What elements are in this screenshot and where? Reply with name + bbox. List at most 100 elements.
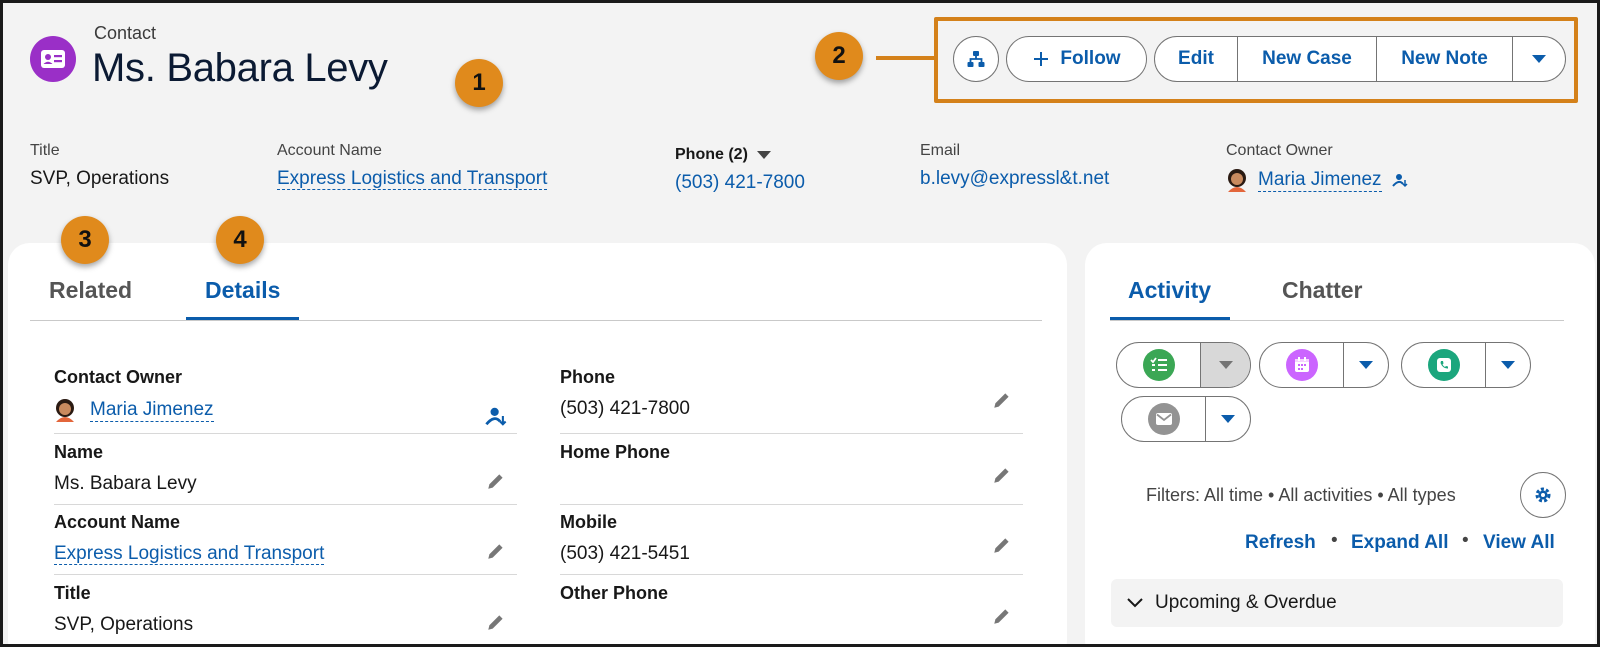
phone-link[interactable]: (503) 421-7800 — [560, 398, 1023, 422]
field-label: Contact Owner — [54, 367, 183, 387]
chevron-down-icon — [1501, 361, 1515, 369]
new-event-button[interactable] — [1259, 342, 1389, 388]
pencil-icon[interactable] — [485, 470, 507, 492]
new-case-button[interactable]: New Case — [1238, 37, 1377, 81]
tab-activity[interactable]: Activity — [1128, 277, 1211, 304]
pencil-icon[interactable] — [485, 611, 507, 633]
field-mobile: Mobile (503) 421-5451 — [560, 512, 1023, 575]
chevron-down-icon — [1221, 415, 1235, 423]
field-label: Home Phone — [560, 442, 671, 462]
view-all-link[interactable]: View All — [1483, 532, 1555, 554]
field-divider — [560, 574, 1023, 575]
tab-chatter[interactable]: Chatter — [1282, 277, 1363, 304]
field-divider — [54, 574, 517, 575]
task-icon — [1142, 349, 1175, 381]
plus-icon — [1034, 52, 1049, 66]
pencil-icon[interactable] — [991, 534, 1013, 556]
highlight-email: Email b.levy@expressl&t.net — [920, 142, 1109, 190]
chevron-down-icon — [1127, 598, 1143, 608]
hierarchy-button[interactable] — [953, 36, 999, 82]
callout-4: 4 — [216, 216, 264, 264]
pencil-icon[interactable] — [991, 605, 1013, 627]
phone-dropdown-icon[interactable] — [756, 150, 772, 160]
follow-button[interactable]: Follow — [1006, 36, 1147, 82]
highlight-phone: Phone (2) (503) 421-7800 — [675, 146, 805, 194]
callout-connector — [876, 56, 936, 60]
callout-1: 1 — [455, 59, 503, 107]
field-label: Account Name — [54, 512, 181, 532]
record-action-group: Edit New Case New Note — [1154, 36, 1566, 82]
event-icon — [1285, 349, 1318, 381]
pencil-icon[interactable] — [485, 540, 507, 562]
callout-2: 2 — [815, 32, 863, 80]
email-icon — [1147, 403, 1180, 435]
more-actions-button[interactable] — [1513, 37, 1565, 81]
field-value: Ms. Babara Levy — [54, 473, 197, 494]
field-divider — [54, 504, 517, 505]
task-dropdown[interactable] — [1201, 343, 1250, 387]
avatar — [56, 399, 74, 422]
owner-link[interactable]: Maria Jimenez — [1258, 169, 1382, 192]
field-phone: Phone (503) 421-7800 — [560, 367, 1023, 434]
highlight-phone-label: Phone (2) — [675, 146, 748, 163]
field-title: Title SVP, Operations — [54, 583, 517, 638]
field-value — [560, 473, 1023, 497]
send-email-button[interactable] — [1121, 396, 1251, 442]
owner-link[interactable]: Maria Jimenez — [90, 399, 214, 422]
filter-settings-button[interactable] — [1520, 472, 1566, 518]
contact-card-icon — [30, 36, 76, 82]
refresh-link[interactable]: Refresh — [1245, 532, 1316, 554]
field-label: Phone — [560, 367, 616, 387]
field-value: SVP, Operations — [54, 614, 194, 635]
highlight-phone-link[interactable]: (503) 421-7800 — [675, 172, 805, 194]
record-header: Contact Ms. Babara Levy 1 2 Follow Edit … — [0, 0, 1600, 264]
pencil-icon[interactable] — [991, 464, 1013, 486]
highlight-title-value: SVP, Operations — [30, 168, 170, 189]
field-label: Mobile — [560, 512, 617, 532]
field-value — [560, 614, 1023, 638]
edit-button[interactable]: Edit — [1155, 37, 1238, 81]
new-task-button[interactable] — [1116, 342, 1251, 388]
field-label: Other Phone — [560, 583, 669, 603]
mobile-link[interactable]: (503) 421-5451 — [560, 543, 1023, 567]
account-link[interactable]: Express Logistics and Transport — [277, 168, 548, 190]
account-link[interactable]: Express Logistics and Transport — [54, 543, 325, 565]
field-other-phone: Other Phone — [560, 583, 1023, 638]
field-name: Name Ms. Babara Levy — [54, 442, 517, 505]
activity-tab-divider — [1110, 320, 1564, 321]
activity-filters-text: Filters: All time • All activities • All… — [1146, 485, 1456, 505]
hierarchy-icon — [967, 51, 985, 67]
avatar — [1228, 169, 1246, 192]
call-dropdown[interactable] — [1486, 343, 1530, 387]
field-divider — [560, 504, 1023, 505]
pencil-icon[interactable] — [991, 389, 1013, 411]
email-dropdown[interactable] — [1206, 397, 1250, 441]
log-call-button[interactable] — [1401, 342, 1531, 388]
upcoming-overdue-section[interactable]: Upcoming & Overdue — [1111, 579, 1563, 627]
field-divider — [560, 433, 1023, 434]
highlight-owner-label: Contact Owner — [1226, 142, 1333, 159]
field-home-phone: Home Phone — [560, 442, 1023, 505]
upcoming-overdue-label: Upcoming & Overdue — [1155, 592, 1337, 613]
call-icon — [1427, 349, 1460, 381]
chevron-down-icon — [1218, 361, 1233, 369]
highlight-account: Account Name Express Logistics and Trans… — [277, 142, 548, 190]
link-separator: • — [1331, 530, 1338, 551]
change-owner-icon[interactable] — [1391, 172, 1408, 188]
gear-icon — [1535, 487, 1551, 503]
record-title: Ms. Babara Levy — [92, 46, 388, 90]
expand-all-link[interactable]: Expand All — [1351, 532, 1448, 554]
field-contact-owner: Contact Owner Maria Jimenez — [54, 367, 517, 434]
change-owner-icon[interactable] — [485, 405, 507, 427]
highlight-title-label: Title — [30, 142, 60, 159]
callout-3: 3 — [61, 216, 109, 264]
field-divider — [54, 433, 517, 434]
new-note-button[interactable]: New Note — [1377, 37, 1513, 81]
field-label: Name — [54, 442, 104, 462]
field-label: Title — [54, 583, 91, 603]
event-dropdown[interactable] — [1344, 343, 1388, 387]
tab-details[interactable]: Details — [205, 277, 280, 304]
tab-related[interactable]: Related — [49, 277, 132, 304]
email-link[interactable]: b.levy@expressl&t.net — [920, 168, 1109, 190]
field-account-name: Account Name Express Logistics and Trans… — [54, 512, 517, 575]
